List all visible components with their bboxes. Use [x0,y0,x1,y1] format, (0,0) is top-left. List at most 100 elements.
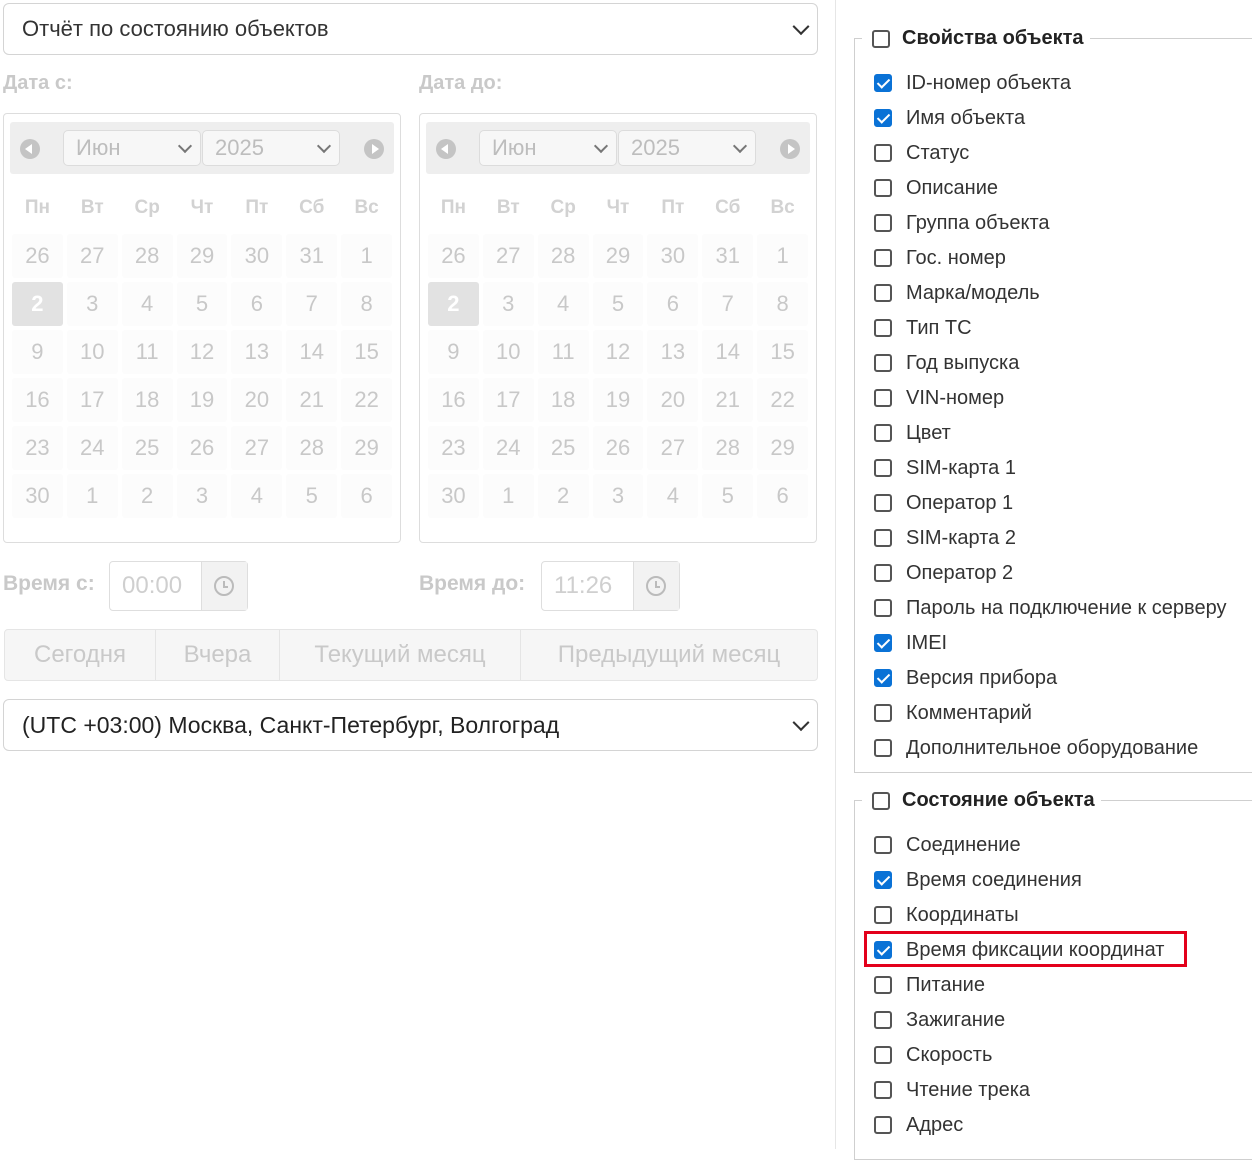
prev-month-icon[interactable] [436,139,456,159]
calendar-day[interactable]: 26 [592,426,644,470]
checkbox[interactable] [874,704,892,722]
checkbox-row[interactable]: SIM-карта 2 [874,525,1016,551]
calendar-day[interactable]: 6 [647,282,699,326]
calendar-day[interactable]: 3 [482,282,534,326]
calendar-day[interactable]: 13 [647,330,699,374]
calendar-day[interactable]: 31 [702,234,754,278]
calendar-day[interactable]: 30 [647,234,699,278]
year-select[interactable]: 2025 [618,130,756,166]
calendar-day[interactable]: 15 [757,330,809,374]
calendar-day[interactable]: 30 [231,234,283,278]
calendar-day[interactable]: 2 [428,282,479,326]
checkbox-checked[interactable] [874,941,892,959]
yesterday-button[interactable]: Вчера [156,630,280,680]
checkbox[interactable] [874,319,892,337]
calendar-day[interactable]: 27 [66,234,118,278]
calendar-day[interactable]: 19 [176,378,228,422]
checkbox[interactable] [874,424,892,442]
checkbox-row[interactable]: Скорость [874,1042,992,1068]
calendar-day[interactable]: 9 [12,330,63,374]
checkbox-row[interactable]: VIN-номер [874,385,1004,411]
checkbox-row[interactable]: Адрес [874,1112,963,1138]
calendar-day[interactable]: 30 [12,474,63,518]
calendar-day[interactable]: 3 [176,474,228,518]
checkbox-row[interactable]: Комментарий [874,700,1032,726]
checkbox[interactable] [874,976,892,994]
checkbox-row[interactable]: Марка/модель [874,280,1040,306]
checkbox[interactable] [874,564,892,582]
calendar-day[interactable]: 29 [341,426,393,470]
year-select[interactable]: 2025 [202,130,340,166]
checkbox-row[interactable]: Цвет [874,420,951,446]
checkbox[interactable] [874,599,892,617]
clock-icon[interactable] [200,562,247,610]
calendar-day[interactable]: 20 [231,378,283,422]
month-select[interactable]: Июн [479,130,617,166]
checkbox-row[interactable]: Время фиксации координат [874,937,1164,963]
checkbox-row[interactable]: Статус [874,140,969,166]
calendar-day[interactable]: 14 [702,330,754,374]
calendar-day[interactable]: 24 [66,426,118,470]
today-button[interactable]: Сегодня [5,630,156,680]
checkbox-row[interactable]: ID-номер объекта [874,70,1071,96]
current-month-button[interactable]: Текущий месяц [280,630,521,680]
object-properties-toggle-checkbox[interactable] [872,29,890,48]
checkbox[interactable] [874,284,892,302]
calendar-day[interactable]: 24 [482,426,534,470]
checkbox[interactable] [874,1046,892,1064]
calendar-day[interactable]: 26 [428,234,479,278]
calendar-day[interactable]: 29 [592,234,644,278]
checkbox-row[interactable]: Соединение [874,832,1021,858]
calendar-day[interactable]: 22 [341,378,393,422]
checkbox-row[interactable]: Координаты [874,902,1019,928]
checkbox[interactable] [874,494,892,512]
calendar-day[interactable]: 29 [757,426,809,470]
calendar-day[interactable]: 17 [66,378,118,422]
calendar-day[interactable]: 7 [286,282,338,326]
checkbox-checked[interactable] [874,871,892,889]
calendar-day[interactable]: 4 [647,474,699,518]
time-from-input[interactable]: 00:00 [109,561,248,611]
calendar-day[interactable]: 6 [231,282,283,326]
calendar-day[interactable]: 10 [66,330,118,374]
calendar-day[interactable]: 30 [428,474,479,518]
month-select[interactable]: Июн [63,130,201,166]
checkbox[interactable] [874,389,892,407]
checkbox-checked[interactable] [874,669,892,687]
checkbox[interactable] [874,906,892,924]
calendar-day[interactable]: 8 [757,282,809,326]
calendar-day[interactable]: 13 [231,330,283,374]
checkbox-row[interactable]: Имя объекта [874,105,1025,131]
checkbox-row[interactable]: Время соединения [874,867,1082,893]
checkbox[interactable] [874,529,892,547]
next-month-icon[interactable] [364,139,384,159]
calendar-day[interactable]: 2 [12,282,63,326]
object-state-toggle-checkbox[interactable] [872,791,890,810]
checkbox-row[interactable]: Оператор 2 [874,560,1013,586]
calendar-day[interactable]: 4 [537,282,589,326]
calendar-day[interactable]: 16 [12,378,63,422]
previous-month-button[interactable]: Предыдущий месяц [521,630,817,680]
calendar-day[interactable]: 27 [231,426,283,470]
checkbox-row[interactable]: Гос. номер [874,245,1006,271]
calendar-day[interactable]: 21 [286,378,338,422]
calendar-day[interactable]: 28 [702,426,754,470]
checkbox[interactable] [874,459,892,477]
calendar-day[interactable]: 12 [176,330,228,374]
calendar-day[interactable]: 28 [537,234,589,278]
calendar-day[interactable]: 23 [12,426,63,470]
calendar-day[interactable]: 31 [286,234,338,278]
calendar-day[interactable]: 2 [537,474,589,518]
calendar-day[interactable]: 18 [537,378,589,422]
checkbox-row[interactable]: Пароль на подключение к серверу [874,595,1226,621]
checkbox-row[interactable]: Тип ТС [874,315,972,341]
calendar-day[interactable]: 3 [592,474,644,518]
calendar-day[interactable]: 3 [66,282,118,326]
calendar-day[interactable]: 26 [12,234,63,278]
calendar-day[interactable]: 11 [537,330,589,374]
calendar-day[interactable]: 2 [121,474,173,518]
checkbox-row[interactable]: Оператор 1 [874,490,1013,516]
calendar-day[interactable]: 1 [482,474,534,518]
checkbox[interactable] [874,836,892,854]
prev-month-icon[interactable] [20,139,40,159]
